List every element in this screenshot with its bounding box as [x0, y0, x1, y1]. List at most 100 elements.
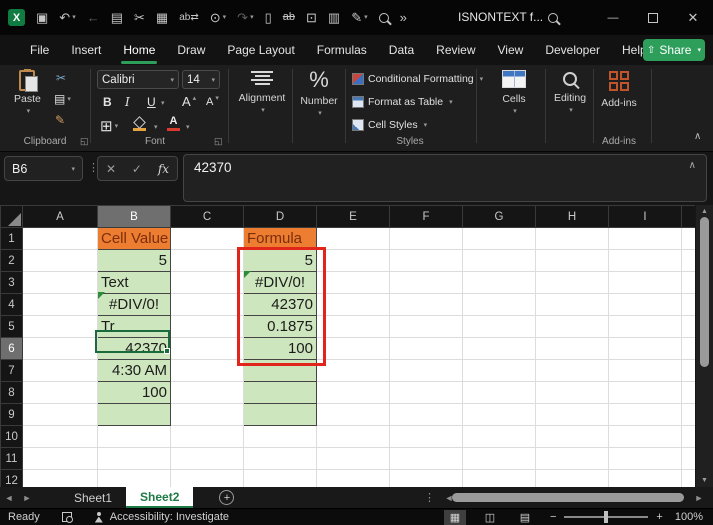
save-icon[interactable]: ▣	[36, 11, 48, 24]
fill-color-chevron-icon[interactable]: ▾	[154, 123, 158, 131]
confirm-entry-icon[interactable]: ✓	[132, 162, 142, 176]
view-page-layout-button[interactable]: ◫	[479, 510, 501, 525]
cell-d4[interactable]: 42370	[244, 294, 317, 316]
row-header-11[interactable]: 11	[1, 448, 23, 470]
formula-bar-collapse-icon[interactable]: ∧	[689, 160, 696, 171]
row-header-5[interactable]: 5	[1, 316, 23, 338]
maximize-button[interactable]	[633, 0, 673, 35]
vertical-scrollbar-thumb[interactable]	[700, 217, 709, 367]
cell-b5[interactable]: Tr	[98, 316, 171, 338]
cell-d5[interactable]: 0.1875	[244, 316, 317, 338]
underline-chevron-icon[interactable]: ▾	[161, 99, 165, 107]
cell-d7[interactable]	[244, 360, 317, 382]
camera-icon[interactable]: ⊡	[306, 11, 317, 24]
undo-chevron-icon[interactable]: ▾	[72, 14, 76, 21]
column-header-a[interactable]: A	[23, 206, 98, 228]
name-box-chevron-icon[interactable]: ▾	[71, 165, 75, 173]
people-search-icon[interactable]	[379, 13, 389, 23]
column-header-i[interactable]: I	[609, 206, 682, 228]
collapse-ribbon-icon[interactable]: ∧	[694, 131, 701, 142]
vertical-scrollbar[interactable]: ▲ ▼	[696, 205, 713, 487]
column-header-h[interactable]: H	[536, 206, 609, 228]
zoom-out-button[interactable]: −	[550, 511, 556, 523]
sheet-tab-sheet1[interactable]: Sheet1	[60, 487, 126, 508]
formula-input[interactable]: 42370 ∧	[183, 154, 707, 202]
tab-file[interactable]: File	[30, 43, 49, 57]
italic-button[interactable]: I	[125, 95, 130, 109]
cell-b9[interactable]	[98, 404, 171, 426]
cell-b2[interactable]: 5	[98, 250, 171, 272]
horizontal-scrollbar-thumb[interactable]	[452, 493, 684, 502]
cell-d8[interactable]	[244, 382, 317, 404]
row-header-12[interactable]: 12	[1, 470, 23, 488]
cell-b6-active[interactable]: 42370	[98, 338, 171, 360]
cell-d2[interactable]: 5	[244, 250, 317, 272]
row-header-1[interactable]: 1	[1, 228, 23, 250]
tab-page-layout[interactable]: Page Layout	[227, 43, 294, 57]
cell-d6[interactable]: 100	[244, 338, 317, 360]
row-header-2[interactable]: 2	[1, 250, 23, 272]
share-button[interactable]: ⇧ Share ▾	[643, 39, 705, 61]
macro-record-icon[interactable]	[62, 512, 72, 522]
row-header-3[interactable]: 3	[1, 272, 23, 294]
cell-d9[interactable]	[244, 404, 317, 426]
column-header-b[interactable]: B	[98, 206, 171, 228]
cell-b4[interactable]: #DIV/0!	[98, 294, 171, 316]
column-header-e[interactable]: E	[317, 206, 390, 228]
row-header-7[interactable]: 7	[1, 360, 23, 382]
minimize-button[interactable]: —	[593, 0, 633, 35]
new-sheet-button[interactable]: +	[219, 490, 234, 505]
fill-handle[interactable]	[164, 348, 170, 354]
font-name-select[interactable]: Calibri▾	[97, 70, 179, 89]
cell-c1[interactable]	[171, 228, 244, 250]
row-header-6[interactable]: 6	[1, 338, 23, 360]
name-box[interactable]: B6 ▾	[4, 156, 83, 181]
tab-review[interactable]: Review	[436, 43, 475, 57]
view-normal-button[interactable]: ▦	[444, 510, 466, 525]
tab-data[interactable]: Data	[389, 43, 414, 57]
row-header-8[interactable]: 8	[1, 382, 23, 404]
tab-formulas[interactable]: Formulas	[317, 43, 367, 57]
sheet-tab-sheet2[interactable]: Sheet2	[126, 487, 193, 508]
zoom-slider[interactable]	[564, 516, 648, 518]
zoom-level-label[interactable]: 100%	[675, 511, 703, 523]
row-header-10[interactable]: 10	[1, 426, 23, 448]
font-color-chevron-icon[interactable]: ▾	[186, 123, 190, 131]
tab-developer[interactable]: Developer	[545, 43, 600, 57]
sheet-nav-right-icon[interactable]: ►	[18, 493, 36, 503]
tab-view[interactable]: View	[498, 43, 524, 57]
zoom-in-button[interactable]: +	[656, 511, 662, 523]
cancel-entry-icon[interactable]: ✕	[106, 162, 116, 176]
editing-button[interactable]: Editing ▾	[548, 70, 592, 114]
lookup-icon[interactable]: ▥	[328, 11, 340, 24]
search-icon[interactable]	[533, 0, 573, 35]
cut-icon[interactable]: ✂	[134, 11, 145, 24]
copy-icon[interactable]: ▤	[111, 11, 123, 24]
undo-icon[interactable]: ↶▾	[59, 11, 75, 24]
row-header-9[interactable]: 9	[1, 404, 23, 426]
cell-b1[interactable]: Cell Value	[98, 228, 171, 250]
cell-e1[interactable]	[317, 228, 390, 250]
column-header-f[interactable]: F	[390, 206, 463, 228]
row-header-4[interactable]: 4	[1, 294, 23, 316]
conditional-formatting-button[interactable]: Conditional Formatting ▾	[352, 73, 483, 85]
underline-button[interactable]: U	[147, 95, 156, 109]
bold-button[interactable]: B	[103, 95, 112, 109]
tab-home[interactable]: Home	[123, 43, 155, 57]
cells-button[interactable]: Cells ▾	[492, 70, 536, 115]
cell-b3[interactable]: Text	[98, 272, 171, 294]
font-size-select[interactable]: 14▾	[182, 70, 220, 89]
tab-draw[interactable]: Draw	[177, 43, 205, 57]
addins-button[interactable]: Add-ins	[597, 71, 641, 109]
font-color-button[interactable]: A	[167, 115, 180, 131]
cell-a1[interactable]	[23, 228, 98, 250]
sheetbar-divider-dots[interactable]: ⋮	[424, 491, 435, 504]
touch-mode-icon[interactable]: ⊙▾	[210, 11, 226, 24]
more-commands-icon[interactable]: »	[400, 11, 407, 24]
edit-picture-icon[interactable]: ▦	[156, 11, 168, 24]
decrease-font-button[interactable]: A▾	[206, 96, 219, 108]
copy-button[interactable]: ▤▾	[54, 92, 71, 106]
touch-mode-chevron-icon[interactable]: ▾	[223, 14, 227, 21]
ink-pen-chevron-icon[interactable]: ▾	[364, 14, 368, 21]
cell-b7[interactable]: 4:30 AM	[98, 360, 171, 382]
